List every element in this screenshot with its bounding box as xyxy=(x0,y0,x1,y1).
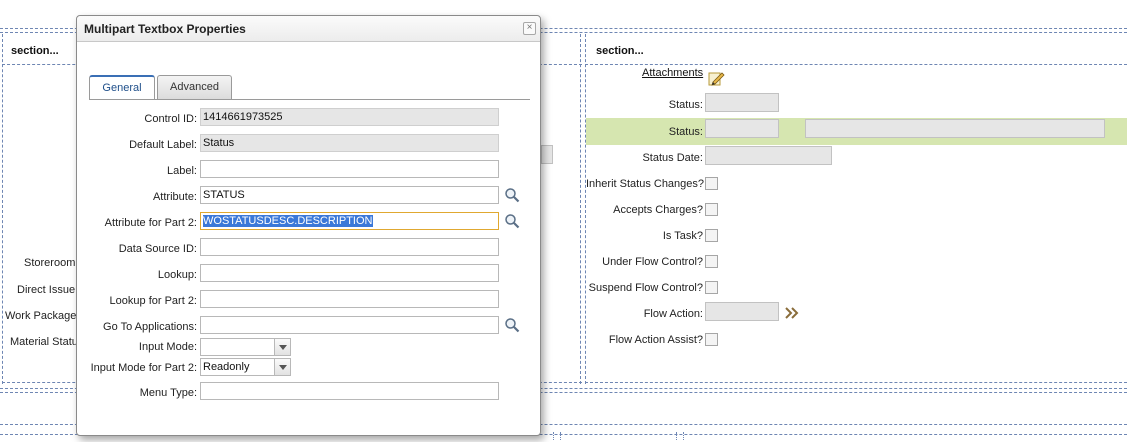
tab-strip-rule xyxy=(89,99,530,100)
go-to-applications-search-icon[interactable] xyxy=(504,317,520,333)
attachments-link[interactable]: Attachments xyxy=(642,67,703,79)
material-status-label: Material Status xyxy=(10,336,84,348)
input-mode-label: Input Mode: xyxy=(138,341,197,353)
input-mode-dropdown-arrow-icon[interactable] xyxy=(274,339,290,355)
flow-action-assist-label: Flow Action Assist? xyxy=(608,334,703,346)
suspend-flow-control-label: Suspend Flow Control? xyxy=(588,282,703,294)
attribute-label: Attribute: xyxy=(152,191,197,203)
attribute-part2-input[interactable]: WOSTATUSDESC.DESCRIPTION xyxy=(200,212,499,230)
default-label-field: Status xyxy=(200,134,499,152)
work-package-label: Work Package xyxy=(5,310,77,322)
flow-action-double-chevron-icon[interactable] xyxy=(785,307,799,319)
accepts-charges-label: Accepts Charges? xyxy=(613,204,703,216)
storeroom-label: Storeroom xyxy=(24,257,76,269)
right-section-header-rule xyxy=(585,64,1127,65)
canvas-marker-1 xyxy=(553,432,561,440)
canvas-marker-2 xyxy=(676,432,684,440)
attribute-search-icon[interactable] xyxy=(504,187,520,203)
left-section-border-right xyxy=(580,34,581,384)
right-section-title: section... xyxy=(596,45,644,57)
status-date-label: Status Date: xyxy=(642,152,703,164)
left-section-field-edge[interactable] xyxy=(541,145,553,164)
status-label-1: Status: xyxy=(668,99,703,111)
go-to-applications-label: Go To Applications: xyxy=(103,321,197,333)
right-section-bottom-rule xyxy=(585,382,1127,383)
flow-action-field[interactable] xyxy=(705,302,779,321)
attachments-pencil-icon[interactable] xyxy=(708,70,726,87)
lookup-label: Lookup: xyxy=(157,269,197,281)
tab-general[interactable]: General xyxy=(89,75,155,100)
status-date-field[interactable] xyxy=(705,146,832,165)
is-task-checkbox[interactable] xyxy=(705,229,718,242)
data-source-id-label: Data Source ID: xyxy=(118,243,197,255)
label-input[interactable] xyxy=(200,160,499,178)
go-to-applications-input[interactable] xyxy=(200,316,499,334)
direct-issue-label: Direct Issue xyxy=(17,284,76,296)
attribute-part2-label: Attribute for Part 2: xyxy=(104,217,197,229)
multipart-textbox-properties-dialog[interactable]: Multipart Textbox Properties × General A… xyxy=(76,15,541,436)
tab-advanced[interactable]: Advanced xyxy=(157,75,232,99)
under-flow-control-checkbox[interactable] xyxy=(705,255,718,268)
data-source-id-input[interactable] xyxy=(200,238,499,256)
attribute-part2-selected-text: WOSTATUSDESC.DESCRIPTION xyxy=(203,215,373,227)
accepts-charges-checkbox[interactable] xyxy=(705,203,718,216)
input-mode-part2-select[interactable]: Readonly xyxy=(200,358,291,376)
dialog-title: Multipart Textbox Properties xyxy=(84,22,246,36)
control-id-label: Control ID: xyxy=(144,113,197,125)
control-id-field: 1414661973525 xyxy=(200,108,499,126)
menu-type-input[interactable] xyxy=(200,382,499,400)
attribute-input[interactable]: STATUS xyxy=(200,186,499,204)
label-label: Label: xyxy=(167,165,197,177)
lookup-input[interactable] xyxy=(200,264,499,282)
flow-action-label: Flow Action: xyxy=(643,308,703,320)
input-mode-part2-dropdown-arrow-icon[interactable] xyxy=(274,359,290,375)
lookup-part2-input[interactable] xyxy=(200,290,499,308)
attribute-part2-search-icon[interactable] xyxy=(504,213,520,229)
input-mode-select[interactable] xyxy=(200,338,291,356)
flow-action-assist-checkbox[interactable] xyxy=(705,333,718,346)
menu-type-label: Menu Type: xyxy=(139,387,197,399)
lookup-part2-label: Lookup for Part 2: xyxy=(109,295,197,307)
status-field-1[interactable] xyxy=(705,93,779,112)
status-label-2: Status: xyxy=(668,126,703,138)
dialog-header[interactable]: Multipart Textbox Properties × xyxy=(77,16,540,42)
is-task-label: Is Task? xyxy=(662,230,703,242)
inherit-status-checkbox[interactable] xyxy=(705,177,718,190)
default-label-label: Default Label: xyxy=(129,139,197,151)
status-field-2-part2[interactable] xyxy=(805,119,1105,138)
input-mode-part2-label: Input Mode for Part 2: xyxy=(90,362,197,374)
inherit-status-label: Inherit Status Changes? xyxy=(586,178,705,190)
left-section-title: section... xyxy=(11,45,59,57)
status-field-2-part1[interactable] xyxy=(705,119,779,138)
close-button[interactable]: × xyxy=(523,22,536,35)
left-section-border-left xyxy=(2,34,3,384)
under-flow-control-label: Under Flow Control? xyxy=(602,256,703,268)
input-mode-part2-value: Readonly xyxy=(203,361,250,373)
suspend-flow-control-checkbox[interactable] xyxy=(705,281,718,294)
close-icon: × xyxy=(526,22,533,33)
